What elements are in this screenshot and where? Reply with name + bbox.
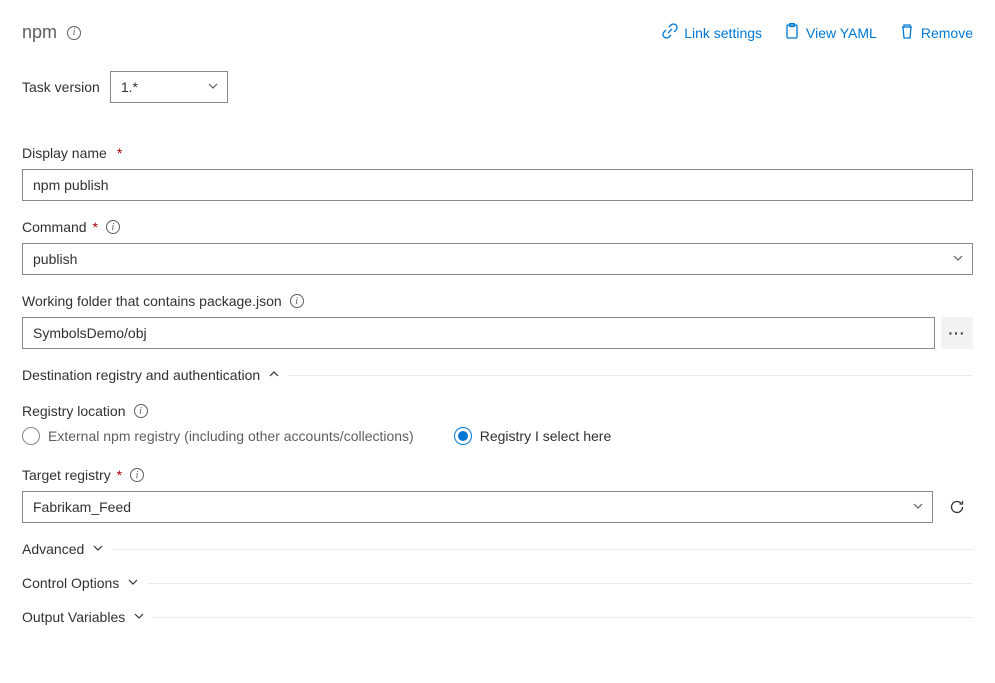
link-icon [662, 23, 678, 42]
chevron-down-icon [912, 499, 924, 515]
output-variables-title: Output Variables [22, 609, 125, 625]
radio-dot [458, 431, 468, 441]
command-select[interactable]: publish [22, 243, 973, 275]
target-registry-value: Fabrikam_Feed [33, 499, 131, 515]
radio-external-label: External npm registry (including other a… [48, 428, 414, 444]
registry-location-label-row: Registry location i [22, 403, 973, 419]
chevron-down-icon [133, 609, 145, 625]
target-registry-label: Target registry [22, 467, 111, 483]
working-folder-field: Working folder that contains package.jso… [22, 293, 973, 349]
section-divider [153, 617, 973, 618]
display-name-field: Display name * [22, 145, 973, 201]
display-name-label: Display name [22, 145, 107, 161]
task-title: npm [22, 22, 57, 43]
output-variables-section[interactable]: Output Variables [22, 609, 973, 625]
destination-section-title: Destination registry and authentication [22, 367, 260, 383]
working-folder-label-row: Working folder that contains package.jso… [22, 293, 973, 309]
registry-location-label: Registry location [22, 403, 126, 419]
info-icon[interactable]: i [106, 220, 120, 234]
radio-external-registry[interactable]: External npm registry (including other a… [22, 427, 414, 445]
registry-location-radios: External npm registry (including other a… [22, 427, 973, 445]
command-label: Command [22, 219, 87, 235]
working-folder-input[interactable] [22, 317, 935, 349]
command-field: Command * i publish [22, 219, 973, 275]
radio-circle-selected [454, 427, 472, 445]
target-registry-label-row: Target registry * i [22, 467, 973, 483]
target-registry-field: Target registry * i Fabrikam_Feed [22, 467, 973, 523]
info-icon[interactable]: i [134, 404, 148, 418]
command-value: publish [33, 251, 77, 267]
chevron-down-icon [92, 541, 104, 557]
link-settings-button[interactable]: Link settings [662, 23, 762, 42]
view-yaml-label: View YAML [806, 25, 877, 41]
working-folder-label: Working folder that contains package.jso… [22, 293, 282, 309]
clipboard-icon [784, 23, 800, 42]
display-name-input[interactable] [22, 169, 973, 201]
display-name-label-row: Display name * [22, 145, 973, 161]
info-icon[interactable]: i [290, 294, 304, 308]
target-registry-select[interactable]: Fabrikam_Feed [22, 491, 933, 523]
advanced-section[interactable]: Advanced [22, 541, 973, 557]
destination-section-header[interactable]: Destination registry and authentication [22, 367, 973, 383]
section-divider [288, 375, 973, 376]
refresh-button[interactable] [941, 491, 973, 523]
info-icon[interactable]: i [67, 26, 81, 40]
chevron-down-icon [952, 251, 964, 267]
required-marker: * [89, 219, 98, 235]
required-marker: * [117, 145, 122, 161]
task-version-select[interactable]: 1.* [110, 71, 228, 103]
browse-button[interactable]: ··· [941, 317, 973, 349]
advanced-title: Advanced [22, 541, 84, 557]
control-options-title: Control Options [22, 575, 119, 591]
chevron-down-icon [127, 575, 139, 591]
header-actions: Link settings View YAML Remove [662, 23, 973, 42]
required-marker: * [113, 467, 122, 483]
task-version-value: 1.* [121, 79, 138, 95]
view-yaml-button[interactable]: View YAML [784, 23, 877, 42]
section-divider [147, 583, 973, 584]
radio-select-here-label: Registry I select here [480, 428, 612, 444]
section-divider [112, 549, 973, 550]
link-settings-label: Link settings [684, 25, 762, 41]
trash-icon [899, 23, 915, 42]
control-options-section[interactable]: Control Options [22, 575, 973, 591]
header-row: npm i Link settings View YAML Remove [22, 22, 973, 43]
chevron-up-icon [268, 367, 280, 383]
registry-location-field: Registry location i External npm registr… [22, 403, 973, 445]
remove-button[interactable]: Remove [899, 23, 973, 42]
command-label-row: Command * i [22, 219, 973, 235]
header-left: npm i [22, 22, 81, 43]
info-icon[interactable]: i [130, 468, 144, 482]
radio-select-here[interactable]: Registry I select here [454, 427, 612, 445]
task-version-label: Task version [22, 79, 100, 95]
task-version-row: Task version 1.* [22, 71, 973, 103]
remove-label: Remove [921, 25, 973, 41]
radio-circle [22, 427, 40, 445]
chevron-down-icon [207, 79, 219, 95]
